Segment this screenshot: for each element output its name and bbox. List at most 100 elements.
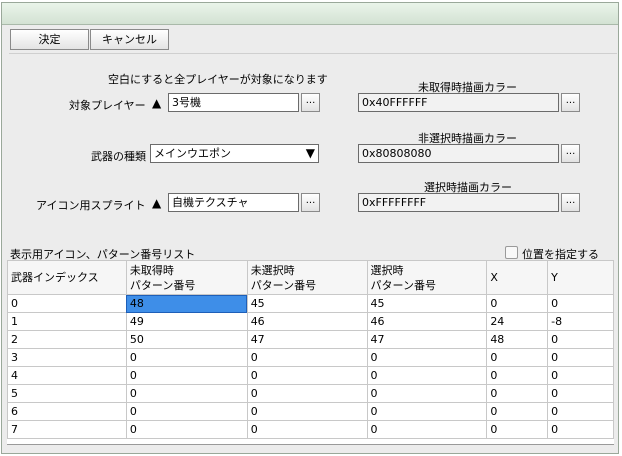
target-player-label: 対象プレイヤー <box>69 99 146 112</box>
weapon-type-value: メインウエポン <box>154 147 231 160</box>
column-header-y[interactable]: Y <box>547 260 614 295</box>
column-header-line1: 選択時 <box>370 263 404 277</box>
table-cell-selected-pattern[interactable]: 0 <box>366 384 488 403</box>
unacquired-color-browse-button[interactable]: ... <box>561 93 580 112</box>
column-header-x[interactable]: X <box>486 260 549 295</box>
column-header-line1: 未取得時 <box>129 263 174 277</box>
table-header-row: 武器インデックス 未取得時 パターン番号 未選択時 パターン番号 選択時 パターン番号 X Y <box>7 260 614 295</box>
table-cell-unacquired-pattern[interactable]: 0 <box>125 384 248 403</box>
column-header-line2: パターン番号 <box>250 278 317 292</box>
table-cell-x[interactable]: 0 <box>486 402 549 421</box>
column-header-line2: パターン番号 <box>370 278 436 292</box>
column-header-selected-pattern[interactable]: 選択時 パターン番号 <box>366 260 488 295</box>
column-header-line1: 武器インデックス <box>11 271 99 284</box>
table-cell-unacquired-pattern[interactable]: 0 <box>125 420 248 439</box>
title-bar[interactable] <box>2 3 618 25</box>
target-player-browse-button[interactable]: ... <box>301 93 320 112</box>
column-header-line1: Y <box>551 271 558 284</box>
table-cell-unselected-pattern[interactable]: 0 <box>246 420 368 439</box>
toolbar-divider <box>9 53 617 54</box>
unacquired-color-field[interactable]: 0x40FFFFFF <box>358 93 559 112</box>
table-cell-x[interactable]: 0 <box>486 366 549 385</box>
table-cell-x[interactable]: 0 <box>486 420 549 439</box>
table-cell-selected-pattern[interactable]: 0 <box>366 420 488 439</box>
table-cell-selected-pattern[interactable]: 45 <box>366 294 488 313</box>
ok-button[interactable]: 決定 <box>10 29 89 50</box>
table-cell-y[interactable]: 0 <box>547 402 614 421</box>
table-cell-selected-pattern[interactable]: 46 <box>366 312 488 331</box>
table-cell-x[interactable]: 48 <box>486 330 549 349</box>
table-cell-y[interactable]: -8 <box>547 312 614 331</box>
table-cell-y[interactable]: 0 <box>547 348 614 367</box>
icon-sprite-up-icon[interactable]: ▲ <box>152 197 161 209</box>
table-cell-unacquired-pattern[interactable]: 48 <box>125 294 248 313</box>
pattern-table: 武器インデックス 未取得時 パターン番号 未選択時 パターン番号 選択時 パターン番号 X Y … <box>7 260 614 439</box>
target-note: 空白にすると全プレイヤーが対象になります <box>108 73 328 86</box>
table-cell-weapon-index[interactable]: 3 <box>7 348 127 367</box>
table-cell-unacquired-pattern[interactable]: 0 <box>125 402 248 421</box>
column-header-line1: X <box>490 271 498 284</box>
pattern-table-container[interactable]: 武器インデックス 未取得時 パターン番号 未選択時 パターン番号 選択時 パターン番号 X Y … <box>7 260 614 445</box>
table-cell-selected-pattern[interactable]: 0 <box>366 402 488 421</box>
table-row[interactable]: 500000 <box>7 384 614 403</box>
table-cell-unselected-pattern[interactable]: 0 <box>246 366 368 385</box>
table-cell-unselected-pattern[interactable]: 0 <box>246 384 368 403</box>
table-cell-unselected-pattern[interactable]: 0 <box>246 348 368 367</box>
table-cell-unacquired-pattern[interactable]: 0 <box>125 348 248 367</box>
column-header-weapon-index[interactable]: 武器インデックス <box>7 260 127 295</box>
table-cell-selected-pattern[interactable]: 47 <box>366 330 488 349</box>
table-row[interactable]: 2 50 47 47 48 0 <box>7 330 614 349</box>
weapon-type-label: 武器の種類 <box>91 150 146 163</box>
unselected-color-field[interactable]: 0x80808080 <box>358 144 559 163</box>
table-cell-y[interactable]: 0 <box>547 294 614 313</box>
icon-sprite-field[interactable]: 自機テクスチャ <box>168 193 299 212</box>
table-cell-y[interactable]: 0 <box>547 366 614 385</box>
table-cell-x[interactable]: 0 <box>486 348 549 367</box>
table-cell-x[interactable]: 24 <box>486 312 549 331</box>
column-header-line2: パターン番号 <box>129 278 196 292</box>
table-cell-unselected-pattern[interactable]: 45 <box>246 294 368 313</box>
position-checkbox[interactable] <box>505 246 518 259</box>
table-row[interactable]: 600000 <box>7 402 614 421</box>
table-row[interactable]: 300000 <box>7 348 614 367</box>
table-bottom-border <box>7 444 614 445</box>
weapon-type-select[interactable]: メインウエポン ▼ <box>150 144 319 163</box>
column-header-line1: 未選択時 <box>250 263 295 277</box>
icon-sprite-browse-button[interactable]: ... <box>301 193 320 212</box>
table-cell-x[interactable]: 0 <box>486 294 549 313</box>
table-cell-unacquired-pattern[interactable]: 49 <box>125 312 248 331</box>
table-cell-unselected-pattern[interactable]: 46 <box>246 312 368 331</box>
table-body: 0 48 45 45 0 0 1 49 46 46 24 -8 2 50 47 47 48 0 3 0 0 0 0 0 4 0 0 0… <box>7 294 614 439</box>
table-cell-x[interactable]: 0 <box>486 384 549 403</box>
column-header-unselected-pattern[interactable]: 未選択時 パターン番号 <box>246 260 368 295</box>
table-cell-weapon-index[interactable]: 4 <box>7 366 127 385</box>
target-player-field[interactable]: 3号機 <box>168 93 299 112</box>
table-cell-weapon-index[interactable]: 7 <box>7 420 127 439</box>
table-cell-weapon-index[interactable]: 2 <box>7 330 127 349</box>
table-cell-y[interactable]: 0 <box>547 330 614 349</box>
chevron-down-icon: ▼ <box>305 146 315 160</box>
table-row[interactable]: 0 48 45 45 0 0 <box>7 294 614 313</box>
icon-sprite-label: アイコン用スプライト <box>36 199 146 212</box>
table-cell-weapon-index[interactable]: 0 <box>7 294 127 313</box>
table-cell-y[interactable]: 0 <box>547 384 614 403</box>
table-cell-unacquired-pattern[interactable]: 0 <box>125 366 248 385</box>
selected-color-field[interactable]: 0xFFFFFFFF <box>358 193 559 212</box>
table-cell-unselected-pattern[interactable]: 47 <box>246 330 368 349</box>
table-cell-selected-pattern[interactable]: 0 <box>366 348 488 367</box>
table-cell-y[interactable]: 0 <box>547 420 614 439</box>
table-row[interactable]: 400000 <box>7 366 614 385</box>
table-cell-weapon-index[interactable]: 5 <box>7 384 127 403</box>
table-cell-weapon-index[interactable]: 6 <box>7 402 127 421</box>
selected-color-browse-button[interactable]: ... <box>561 193 580 212</box>
table-row[interactable]: 700000 <box>7 420 614 439</box>
target-player-up-icon[interactable]: ▲ <box>152 97 161 109</box>
table-cell-weapon-index[interactable]: 1 <box>7 312 127 331</box>
column-header-unacquired-pattern[interactable]: 未取得時 パターン番号 <box>125 260 248 295</box>
unselected-color-browse-button[interactable]: ... <box>561 144 580 163</box>
table-row[interactable]: 1 49 46 46 24 -8 <box>7 312 614 331</box>
table-cell-unselected-pattern[interactable]: 0 <box>246 402 368 421</box>
table-cell-unacquired-pattern[interactable]: 50 <box>125 330 248 349</box>
cancel-button[interactable]: キャンセル <box>90 29 169 50</box>
table-cell-selected-pattern[interactable]: 0 <box>366 366 488 385</box>
